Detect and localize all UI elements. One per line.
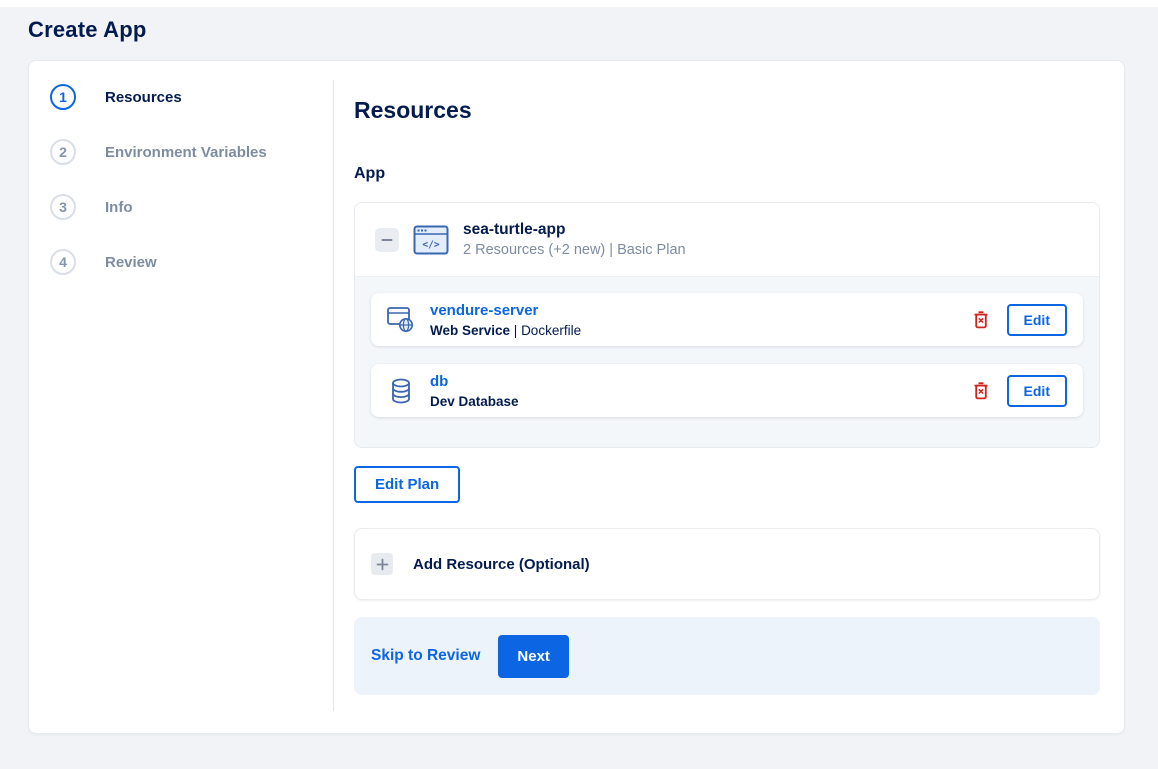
step-number-2: 2 [50, 139, 76, 165]
step-label-review: Review [105, 253, 157, 271]
resource-detail: Dockerfile [521, 322, 582, 338]
edit-resource-button[interactable]: Edit [1006, 374, 1067, 407]
app-summary: 2 Resources (+2 new) | Basic Plan [463, 242, 686, 258]
app-card-header: </> sea-turtle-app 2 Resources (+2 new) … [355, 203, 1099, 276]
svg-text:</>: </> [422, 239, 439, 250]
section-heading: Resources [354, 97, 472, 123]
resource-row-vendure-server: vendure-server Web Service | Dockerfile [371, 293, 1083, 346]
edit-resource-button[interactable]: Edit [1006, 303, 1067, 336]
step-label-environment-variables: Environment Variables [105, 143, 267, 161]
minus-icon [381, 234, 393, 246]
resource-type: Dev Database [430, 393, 519, 409]
app-name: sea-turtle-app [463, 221, 566, 238]
app-card: </> sea-turtle-app 2 Resources (+2 new) … [354, 202, 1100, 448]
app-code-window-icon: </> [413, 225, 449, 255]
step-number-1: 1 [50, 84, 76, 110]
step-resources[interactable]: 1 Resources [50, 84, 334, 110]
resource-text: db Dev Database [430, 373, 519, 409]
wizard-stepper: 1 Resources 2 Environment Variables 3 In… [29, 61, 334, 733]
resource-name-link[interactable]: db [430, 373, 448, 390]
delete-resource-button[interactable] [971, 379, 991, 402]
step-environment-variables[interactable]: 2 Environment Variables [50, 139, 334, 165]
wizard-footer: Skip to Review Next [354, 617, 1100, 695]
app-section-label: App [354, 165, 386, 182]
add-resource-card[interactable]: Add Resource (Optional) [354, 528, 1100, 600]
step-review[interactable]: 4 Review [50, 249, 334, 275]
resource-meta: Web Service | Dockerfile [430, 323, 581, 338]
step-label-resources: Resources [105, 88, 182, 106]
trash-icon [973, 310, 989, 329]
resource-meta: Dev Database [430, 394, 519, 409]
step-number-4: 4 [50, 249, 76, 275]
plus-icon [371, 553, 393, 575]
page-title: Create App [28, 17, 147, 42]
top-strip [0, 0, 1158, 7]
edit-plan-button[interactable]: Edit Plan [354, 466, 461, 503]
wizard-card: 1 Resources 2 Environment Variables 3 In… [28, 60, 1125, 734]
app-resource-list: vendure-server Web Service | Dockerfile [355, 276, 1099, 447]
resource-row-db: db Dev Database Edit [371, 364, 1083, 417]
resource-separator: | [510, 322, 522, 338]
app-titles: sea-turtle-app 2 Resources (+2 new) | Ba… [463, 221, 686, 258]
resource-text: vendure-server Web Service | Dockerfile [430, 302, 581, 338]
resource-name-link[interactable]: vendure-server [430, 302, 538, 319]
wizard-content: Resources App </> sea-turtle-app 2 Resou… [334, 61, 1124, 733]
collapse-app-button[interactable] [375, 227, 399, 252]
next-button[interactable]: Next [498, 634, 569, 678]
resource-type: Web Service [430, 322, 511, 338]
database-icon [387, 378, 415, 404]
skip-to-review-link[interactable]: Skip to Review [371, 647, 480, 665]
delete-resource-button[interactable] [971, 308, 991, 331]
step-label-info: Info [105, 198, 133, 216]
step-number-3: 3 [50, 194, 76, 220]
step-info[interactable]: 3 Info [50, 194, 334, 220]
web-service-icon [387, 306, 415, 333]
trash-icon [973, 381, 989, 400]
add-resource-label: Add Resource (Optional) [413, 555, 590, 573]
